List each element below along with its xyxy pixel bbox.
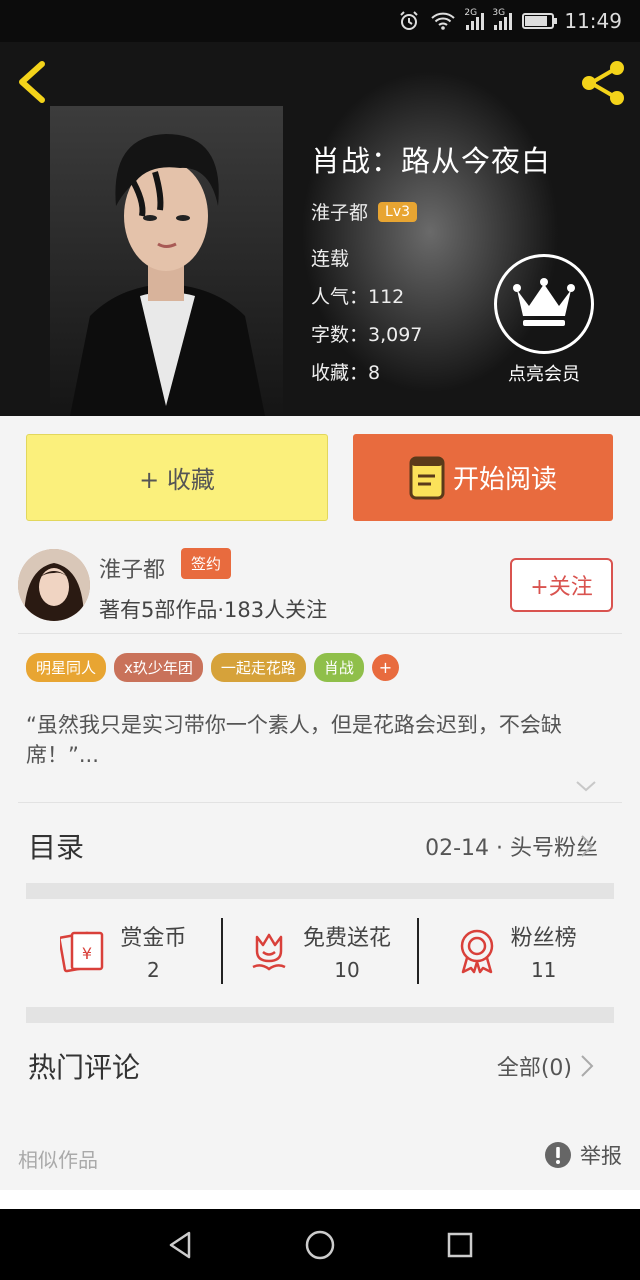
reward-coins-count: 2 [146,958,160,982]
book-description: “虽然我只是实习带你一个素人，但是花路会迟到，不会缺席！”... [26,713,562,767]
level-badge: Lv3 [378,201,418,222]
all-comments-link[interactable]: 全部(0) [497,1050,572,1082]
tag[interactable]: 一起走花路 [210,653,306,682]
divider [18,802,622,803]
section-separator [26,883,614,899]
medal-icon [460,929,493,974]
book-cover-image[interactable] [50,106,283,416]
start-reading-button[interactable]: 开始阅读 [353,434,613,521]
start-reading-label: 开始阅读 [452,465,557,495]
chevron-right-icon [581,835,594,857]
hot-comments-row[interactable]: 热门评论 全部(0) [0,1028,640,1103]
signal-3g-icon: 3G [492,8,513,30]
follow-button[interactable]: +关注 [510,558,613,612]
tag-list: 明星同人 x玖少年团 一起走花路 肖战 + [26,653,399,682]
network-type-3g: 3G [492,8,506,18]
fan-ranking-label: 粉丝榜 [510,926,577,951]
report-label: 举报 [580,1144,622,1168]
share-button[interactable] [578,58,628,108]
follow-label: +关注 [530,575,593,600]
back-arrow-icon [19,61,45,103]
back-button[interactable] [14,60,54,104]
fan-ranking-count: 11 [530,958,557,982]
chevron-down-icon [576,781,596,792]
reward-coins-label: 赏金币 [120,926,187,951]
catalog-row[interactable]: 目录 02-14 · 头号粉丝 [0,806,640,881]
signal-2g-icon: 2G [464,8,485,30]
author-name[interactable]: 淮子都 [99,552,165,584]
signed-badge: 签约 [181,548,232,579]
add-tag-button[interactable]: + [371,654,399,681]
book-header: 肖战：路从今夜白 淮子都 Lv3 连载 人气：112 字数：3,097 收藏：8… [0,42,640,416]
red-envelope-icon: ¥ [60,931,104,973]
warning-icon [545,1142,571,1168]
author-avatar[interactable] [18,549,90,621]
tag[interactable]: 明星同人 [26,653,107,682]
crown-icon [494,254,594,354]
network-type-2g: 2G [464,8,478,18]
circle-home-icon [305,1230,335,1259]
wifi-icon [430,11,456,31]
send-flower-button[interactable]: 免费送花 10 [223,906,418,996]
section-separator [26,1007,614,1023]
add-favorite-label: + 收藏 [139,466,215,494]
book-author-name[interactable]: 淮子都 [311,198,368,225]
flower-icon [252,933,286,971]
send-flower-label: 免费送花 [303,926,392,951]
serial-status: 连载 [311,248,350,270]
tag[interactable]: x玖少年团 [114,653,203,682]
divider [18,633,622,634]
nav-back-button[interactable] [150,1215,210,1275]
send-flower-count: 10 [334,958,360,982]
book-detail-content: + 收藏 开始阅读 淮子都 签约 著有5部作品·183人关注 +关注 明星同人 … [0,416,640,1209]
book-title: 肖战：路从今夜白 [311,144,552,178]
similar-works-strip [0,1190,640,1210]
report-button[interactable]: 举报 [544,1140,622,1170]
triangle-back-icon [169,1231,191,1258]
book-author-line: 淮子都 Lv3 [311,198,418,225]
alarm-icon [398,10,420,32]
vip-member-button[interactable]: 点亮会员 [493,254,595,386]
similar-works-label: 相似作品 [18,1148,98,1172]
word-count-stat: 字数：3,097 [311,324,423,346]
popularity-stat: 人气：112 [311,286,405,308]
favorites-stat: 收藏：8 [311,362,381,384]
chevron-right-icon [581,1055,594,1077]
status-bar: 2G 3G 11:49 [0,0,640,42]
tag[interactable]: 肖战 [313,653,364,682]
system-navigation-bar [0,1209,640,1280]
fan-ranking-button[interactable]: 粉丝榜 11 [419,906,614,996]
catalog-title: 目录 [28,831,85,864]
vip-label: 点亮会员 [508,364,580,385]
battery-icon [522,13,558,29]
hot-comments-title: 热门评论 [28,1051,141,1084]
author-stats: 著有5部作品·183人关注 [99,598,328,622]
clock: 11:49 [564,9,622,33]
svg-text:¥: ¥ [82,944,92,963]
reward-row: ¥ 赏金币 2 免费送花 10 粉丝榜 11 [26,906,614,996]
book-icon [409,456,445,499]
nav-recents-button[interactable] [430,1215,490,1275]
expand-description-button[interactable] [575,778,597,797]
reward-coins-button[interactable]: ¥ 赏金币 2 [26,906,221,996]
nav-home-button[interactable] [290,1215,350,1275]
add-favorite-button[interactable]: + 收藏 [26,434,328,521]
latest-chapter: 02-14 · 头号粉丝 [425,836,598,861]
share-icon [582,61,624,105]
square-recents-icon [447,1232,473,1257]
